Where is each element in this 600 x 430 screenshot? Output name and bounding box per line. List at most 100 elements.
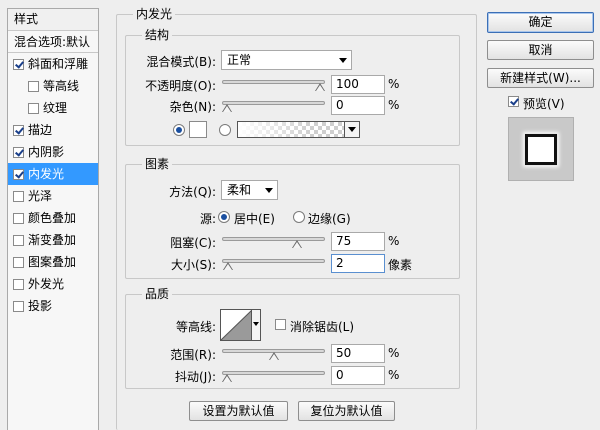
noise-unit: % <box>388 98 400 112</box>
opacity-slider-thumb[interactable] <box>315 83 325 91</box>
style-checkbox[interactable] <box>13 146 24 158</box>
style-list-item[interactable]: 斜面和浮雕 <box>8 53 98 75</box>
choke-slider-track <box>222 237 325 241</box>
reset-default-button[interactable]: 复位为默认值 <box>298 401 395 421</box>
style-checkbox[interactable] <box>13 124 24 136</box>
technique-select[interactable]: 柔和 <box>221 180 278 200</box>
chevron-down-icon <box>348 127 356 132</box>
style-list-item[interactable]: 内阴影 <box>8 141 98 163</box>
jitter-slider[interactable] <box>222 369 325 382</box>
size-label: 大小(S): <box>170 258 216 272</box>
structure-legend: 结构 <box>142 28 173 42</box>
source-center-radio[interactable] <box>218 211 230 223</box>
jitter-slider-thumb[interactable] <box>222 374 232 382</box>
style-list-item[interactable]: 投影 <box>8 295 98 317</box>
blend-mode-select[interactable]: 正常 <box>221 50 352 70</box>
noise-input[interactable]: 0 <box>331 96 385 115</box>
noise-slider-thumb[interactable] <box>222 104 232 112</box>
style-checkbox[interactable] <box>13 300 24 312</box>
size-slider[interactable] <box>222 257 325 270</box>
preview-label[interactable]: 预览(V) <box>523 95 565 112</box>
choke-input[interactable]: 75 <box>331 232 385 251</box>
style-checkbox[interactable] <box>13 234 24 246</box>
source-edge-radio[interactable] <box>293 211 305 223</box>
style-list-item-label: 渐变叠加 <box>28 233 77 247</box>
noise-slider-track <box>222 101 325 105</box>
style-list-item-label: 投影 <box>28 299 53 313</box>
style-list-item-label: 等高线 <box>43 79 80 93</box>
range-input[interactable]: 50 <box>331 344 385 363</box>
size-unit: 像素 <box>388 258 413 272</box>
opacity-label: 不透明度(O): <box>145 79 216 93</box>
contour-picker[interactable] <box>220 309 261 341</box>
jitter-input[interactable]: 0 <box>331 366 385 385</box>
style-list-item-label: 图案叠加 <box>28 255 77 269</box>
noise-label: 杂色(N): <box>169 100 216 114</box>
opacity-unit: % <box>388 77 400 91</box>
source-label: 源: <box>199 212 216 226</box>
contour-linear-icon <box>221 310 252 340</box>
style-checkbox[interactable] <box>13 190 24 202</box>
size-input[interactable]: 2 <box>331 254 385 273</box>
size-slider-thumb[interactable] <box>222 262 233 270</box>
anti-alias-checkbox[interactable] <box>275 319 286 330</box>
gradient-radio[interactable] <box>219 124 231 136</box>
opacity-slider[interactable] <box>222 78 325 91</box>
solid-color-radio[interactable] <box>173 124 185 136</box>
anti-alias-label[interactable]: 消除锯齿(L) <box>290 318 354 335</box>
jitter-unit: % <box>388 368 400 382</box>
preview-square <box>525 134 557 165</box>
style-checkbox[interactable] <box>13 256 24 268</box>
blend-mode-value: 正常 <box>227 53 252 67</box>
style-list-item-label: 外发光 <box>28 277 65 291</box>
size-slider-track <box>222 259 325 263</box>
range-unit: % <box>388 346 400 360</box>
style-list-item[interactable]: 纹理 <box>8 97 98 119</box>
style-list-item[interactable]: 颜色叠加 <box>8 207 98 229</box>
style-list-item-label: 描边 <box>28 123 53 137</box>
choke-slider[interactable] <box>222 235 325 248</box>
style-checkbox[interactable] <box>13 168 24 180</box>
style-list-item-label: 颜色叠加 <box>28 211 77 225</box>
make-default-button[interactable]: 设置为默认值 <box>189 401 288 421</box>
range-label: 范围(R): <box>170 348 216 362</box>
new-style-button[interactable]: 新建样式(W)... <box>487 68 594 88</box>
preview-checkbox[interactable] <box>508 96 519 107</box>
contour-dropdown-button[interactable] <box>251 310 260 340</box>
style-checkbox[interactable] <box>28 102 39 114</box>
style-checkbox[interactable] <box>13 58 24 70</box>
chevron-down-icon <box>339 58 347 63</box>
style-list-item[interactable]: 描边 <box>8 119 98 141</box>
style-checkbox[interactable] <box>28 80 39 92</box>
choke-unit: % <box>388 234 400 248</box>
jitter-label: 抖动(J): <box>175 370 216 384</box>
choke-slider-thumb[interactable] <box>291 240 302 248</box>
elements-legend: 图素 <box>142 157 173 171</box>
style-list-item[interactable]: 图案叠加 <box>8 251 98 273</box>
style-list-item[interactable]: 外发光 <box>8 273 98 295</box>
style-preview-thumbnail <box>508 117 574 181</box>
style-list-item[interactable]: 内发光 <box>8 163 98 185</box>
cancel-button[interactable]: 取消 <box>487 40 594 60</box>
blending-options-item[interactable]: 混合选项:默认 <box>8 31 98 53</box>
range-slider-thumb[interactable] <box>268 352 279 360</box>
glow-color-swatch[interactable] <box>189 121 207 138</box>
choke-label: 阻塞(C): <box>170 236 216 250</box>
styles-header: 样式 <box>8 9 98 31</box>
opacity-input[interactable]: 100 <box>331 75 385 94</box>
style-list-item-label: 斜面和浮雕 <box>28 57 89 71</box>
style-list-item-label: 光泽 <box>28 189 53 203</box>
style-list-item[interactable]: 等高线 <box>8 75 98 97</box>
style-list-item[interactable]: 光泽 <box>8 185 98 207</box>
source-center-label[interactable]: 居中(E) <box>234 210 275 227</box>
range-slider[interactable] <box>222 347 325 360</box>
ok-button[interactable]: 确定 <box>487 12 594 33</box>
style-checkbox[interactable] <box>13 278 24 290</box>
gradient-picker[interactable] <box>237 121 360 138</box>
noise-slider[interactable] <box>222 99 325 112</box>
style-checkbox[interactable] <box>13 212 24 224</box>
source-edge-label[interactable]: 边缘(G) <box>308 210 351 227</box>
style-list-item-label: 内发光 <box>28 167 65 181</box>
style-list-item[interactable]: 渐变叠加 <box>8 229 98 251</box>
gradient-dropdown-button[interactable] <box>344 122 359 137</box>
